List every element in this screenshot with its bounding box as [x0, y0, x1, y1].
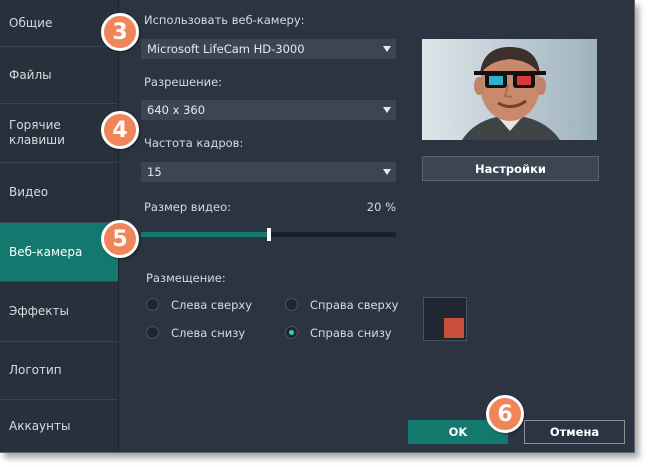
- frame-rate-value: 15: [147, 165, 162, 179]
- resolution-select[interactable]: 640 x 360: [141, 100, 396, 120]
- video-size-percent: 20 %: [366, 200, 396, 214]
- cancel-button[interactable]: Отмена: [524, 420, 625, 444]
- callout-badge-5: 5: [101, 220, 139, 258]
- placement-preview-overlay: [444, 318, 464, 338]
- sidebar-item-effects[interactable]: Эффекты: [0, 282, 118, 342]
- chevron-down-icon: [383, 107, 391, 113]
- sidebar-item-label: Общие: [9, 15, 53, 30]
- sidebar-item-label: Файлы: [9, 67, 52, 82]
- radio-top-left-label: Слева сверху: [171, 298, 253, 312]
- sidebar-item-label: Горячие клавиши: [9, 118, 65, 147]
- sidebar-item-webcam[interactable]: Веб-камера: [0, 223, 118, 282]
- placement-label: Размещение:: [146, 271, 226, 285]
- callout-badge-6: 6: [486, 395, 524, 433]
- slider-handle[interactable]: [266, 228, 271, 241]
- sidebar-item-label: Веб-камера: [9, 244, 83, 259]
- resolution-value: 640 x 360: [147, 103, 206, 117]
- sidebar-item-hotkeys[interactable]: Горячие клавиши: [0, 104, 118, 163]
- resolution-label: Разрешение:: [144, 75, 223, 89]
- sidebar-item-accounts[interactable]: Аккаунты: [0, 400, 118, 452]
- placement-preview: [423, 297, 467, 341]
- sidebar: Общие Файлы Горячие клавиши Видео Веб-ка…: [0, 0, 119, 452]
- chevron-down-icon: [383, 46, 391, 52]
- frame-rate-label: Частота кадров:: [144, 136, 244, 150]
- camera-settings-button[interactable]: Настройки: [422, 156, 599, 181]
- video-size-slider[interactable]: [141, 228, 396, 241]
- radio-top-right[interactable]: [285, 298, 298, 311]
- sidebar-item-general[interactable]: Общие: [0, 0, 118, 47]
- video-size-label: Размер видео:: [144, 200, 231, 214]
- radio-top-left[interactable]: [146, 298, 159, 311]
- webcam-preview-image: [422, 39, 597, 140]
- sidebar-item-label: Эффекты: [9, 304, 69, 318]
- radio-bottom-left-label: Слева снизу: [171, 326, 246, 340]
- preferences-window: Общие Файлы Горячие клавиши Видео Веб-ка…: [0, 0, 635, 453]
- callout-badge-4: 4: [101, 111, 139, 149]
- frame-rate-select[interactable]: 15: [141, 162, 396, 182]
- sidebar-item-label: Аккаунты: [9, 418, 71, 433]
- radio-bottom-left[interactable]: [146, 326, 159, 339]
- sidebar-item-logo[interactable]: Логотип: [0, 342, 118, 400]
- radio-bottom-right[interactable]: [285, 326, 298, 339]
- sidebar-item-label: Видео: [9, 185, 49, 199]
- sidebar-item-video[interactable]: Видео: [0, 163, 118, 223]
- webcam-device-select[interactable]: Microsoft LifeCam HD-3000: [141, 39, 396, 59]
- webcam-device-value: Microsoft LifeCam HD-3000: [147, 42, 305, 56]
- chevron-down-icon: [383, 169, 391, 175]
- sidebar-item-label: Логотип: [9, 363, 62, 377]
- callout-badge-3: 3: [101, 13, 139, 51]
- webcam-preview: [422, 39, 597, 140]
- slider-fill: [141, 232, 269, 237]
- webcam-device-label: Использовать веб-камеру:: [144, 13, 305, 27]
- radio-top-right-label: Справа сверху: [310, 298, 399, 312]
- sidebar-item-files[interactable]: Файлы: [0, 47, 118, 104]
- radio-bottom-right-label: Справа снизу: [310, 326, 392, 340]
